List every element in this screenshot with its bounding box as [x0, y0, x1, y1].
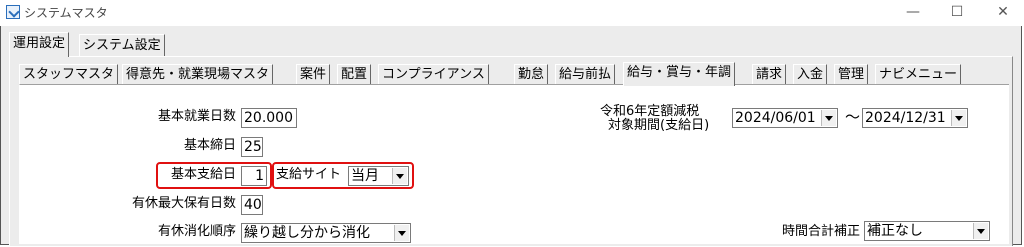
standard-pay-day-input[interactable]: 1: [241, 166, 267, 186]
close-button[interactable]: ✕: [988, 2, 1018, 22]
paid-leave-order-label: 有休消化順序: [157, 224, 236, 239]
tax-period-from-select[interactable]: 2024/06/01: [732, 108, 838, 128]
tab-navi-menu[interactable]: ナビメニュー: [875, 64, 962, 84]
pay-site-value: 当月: [351, 168, 379, 184]
tab-kyuyo-maebarai[interactable]: 給与前払: [555, 64, 616, 84]
max-paid-leave-label: 有休最大保有日数: [131, 196, 236, 211]
pay-site-label: 支給サイト: [276, 167, 342, 182]
tab-unyou-settei[interactable]: 運用設定: [9, 32, 70, 57]
chevron-down-icon[interactable]: [394, 225, 409, 241]
tab-anken[interactable]: 案件: [296, 64, 331, 84]
pay-site-select[interactable]: 当月: [348, 166, 409, 186]
chevron-down-icon[interactable]: [951, 110, 966, 126]
max-paid-leave-input[interactable]: 40: [241, 195, 263, 215]
tab-kanri[interactable]: 管理: [834, 64, 869, 84]
tax-period-to-value: 2024/12/31: [865, 110, 946, 126]
app-icon: [6, 5, 20, 19]
tab-compliance[interactable]: コンプライアンス: [378, 64, 489, 84]
window-title: システムマスタ: [24, 6, 108, 20]
standard-pay-day-label: 基本支給日: [170, 167, 236, 182]
tab-haichi[interactable]: 配置: [337, 64, 372, 84]
tab-staff-master[interactable]: スタッフマスタ: [19, 64, 119, 84]
standard-closing-day-input[interactable]: 25: [241, 137, 263, 157]
time-total-adjust-value: 補正なし: [867, 223, 923, 239]
paid-leave-order-value: 繰り越し分から消化: [244, 225, 370, 241]
minimize-button[interactable]: —: [898, 2, 928, 22]
tax-period-to-select[interactable]: 2024/12/31: [862, 108, 968, 128]
tab-customer-master[interactable]: 得意先・就業現場マスタ: [122, 64, 274, 84]
tab-kintai[interactable]: 勤怠: [514, 64, 549, 84]
standard-work-days-input[interactable]: 20.000: [241, 108, 297, 128]
tab-nyukin[interactable]: 入金: [793, 64, 828, 84]
standard-closing-day-label: 基本締日: [183, 138, 236, 153]
time-total-adjust-label: 時間合計補正: [781, 224, 860, 239]
title-bar: システムマスタ — ☐ ✕: [0, 0, 1024, 26]
chevron-down-icon[interactable]: [973, 223, 988, 239]
period-separator: 〜: [844, 108, 860, 126]
tax-period-label-line2: 対象期間(支給日): [608, 118, 710, 133]
paid-leave-order-select[interactable]: 繰り越し分から消化: [241, 223, 411, 243]
tab-system-settei[interactable]: システム設定: [79, 34, 165, 56]
maximize-button[interactable]: ☐: [942, 2, 972, 22]
time-total-adjust-select[interactable]: 補正なし: [864, 221, 990, 241]
tax-period-from-value: 2024/06/01: [735, 110, 816, 126]
standard-work-days-label: 基本就業日数: [157, 109, 236, 124]
tab-kyuyo-shoyo-nenchou[interactable]: 給与・賞与・年調: [623, 62, 736, 86]
tab-seikyu[interactable]: 請求: [752, 64, 787, 84]
chevron-down-icon[interactable]: [821, 110, 836, 126]
chevron-down-icon[interactable]: [392, 168, 407, 184]
